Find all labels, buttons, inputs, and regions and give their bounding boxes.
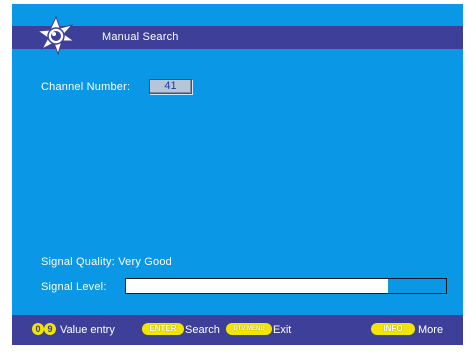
signal-level-label: Signal Level:: [41, 281, 107, 293]
signal-quality-value: Very Good: [118, 256, 172, 268]
more-hint: More: [418, 324, 444, 336]
satellite-dish-icon: [36, 16, 76, 56]
search-hint: Search: [185, 324, 220, 336]
value-entry-hint: Value entry: [60, 324, 115, 336]
digit-9-key[interactable]: 9: [44, 323, 56, 335]
channel-number-field[interactable]: 41: [149, 79, 192, 94]
exit-hint: Exit: [273, 324, 292, 336]
key-hint-bar: 0 9 Value entry ENTER Search DTV MENU Ex…: [12, 315, 463, 345]
page-title: Manual Search: [102, 31, 179, 43]
signal-level-fill: [126, 279, 389, 293]
manual-search-screen: Manual Search Channel Number: 41 Signal …: [12, 4, 463, 345]
enter-key[interactable]: ENTER: [142, 323, 184, 335]
signal-level-bar: [125, 278, 447, 294]
signal-quality-label: Signal Quality: Very Good: [41, 256, 172, 268]
dtv-menu-key[interactable]: DTV MENU: [226, 323, 272, 335]
info-key[interactable]: INFO: [371, 323, 415, 335]
channel-number-label: Channel Number:: [41, 81, 131, 93]
title-bar: Manual Search: [12, 26, 463, 49]
digit-0-key[interactable]: 0: [32, 323, 44, 335]
